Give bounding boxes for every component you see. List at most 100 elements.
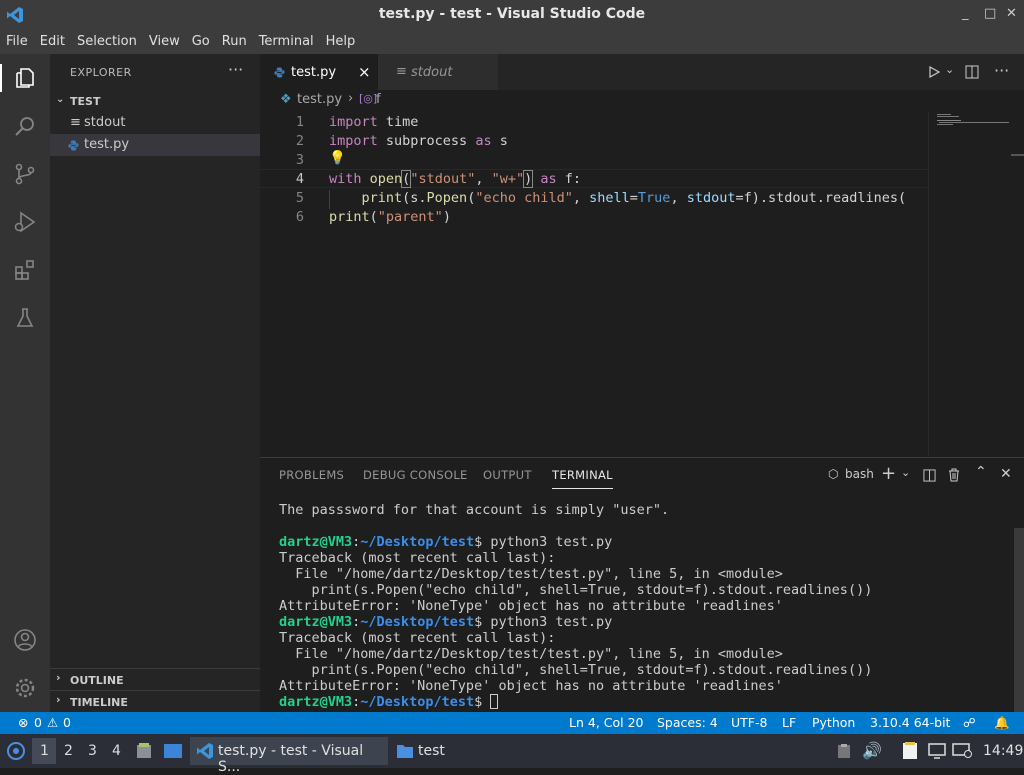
network-icon[interactable] xyxy=(952,743,972,759)
terminal-scrollbar[interactable] xyxy=(1014,528,1024,712)
explorer-sidebar: EXPLORER ··· ⌄ TEST ≡ stdout test.py › O… xyxy=(50,54,260,712)
terminal-dropdown-icon[interactable]: ⌄ xyxy=(901,466,910,479)
menu-edit[interactable]: Edit xyxy=(34,30,71,54)
terminal-output[interactable]: The passsword for that account is simply… xyxy=(279,502,872,710)
breadcrumb-symbol[interactable]: f xyxy=(376,92,381,107)
outline-section[interactable]: › OUTLINE xyxy=(50,668,260,690)
code-line-6: print("parent") xyxy=(329,209,451,225)
line-number: 6 xyxy=(295,209,304,225)
menu-selection[interactable]: Selection xyxy=(71,30,143,54)
tab-test-py[interactable]: test.py × xyxy=(260,54,378,90)
editor-tabs: test.py × ≡ stdout ⌄ ··· xyxy=(260,54,1024,90)
warning-count[interactable]: 0 xyxy=(63,715,71,730)
python-interpreter[interactable]: 3.10.4 64-bit xyxy=(870,715,950,730)
minimize-button[interactable]: _ xyxy=(962,6,969,21)
chevron-right-icon: › xyxy=(56,671,61,684)
line-number: 4 xyxy=(295,171,304,187)
line-number: 5 xyxy=(295,190,304,206)
indentation[interactable]: Spaces: 4 xyxy=(657,715,718,730)
python-icon: ❖ xyxy=(280,92,292,107)
extensions-icon[interactable] xyxy=(13,258,37,282)
clock[interactable]: 14:49 xyxy=(983,743,1023,759)
folder-icon xyxy=(397,745,413,758)
close-panel-icon[interactable]: ✕ xyxy=(1000,466,1012,482)
menu-go[interactable]: Go xyxy=(186,30,216,54)
trash-icon[interactable] xyxy=(948,468,960,482)
new-terminal-icon[interactable]: + xyxy=(881,463,896,484)
python-icon xyxy=(274,67,285,78)
variable-icon: [◎] xyxy=(359,92,378,105)
code-line-1: import time xyxy=(329,114,419,130)
explorer-icon[interactable] xyxy=(13,66,37,90)
tab-output[interactable]: OUTPUT xyxy=(483,468,532,482)
run-debug-icon[interactable] xyxy=(13,210,37,234)
menu-file[interactable]: File xyxy=(0,30,34,54)
more-actions-icon[interactable]: ··· xyxy=(994,61,1009,80)
explorer-more-button[interactable]: ··· xyxy=(228,60,243,79)
code-editor[interactable]: 1 2 3 4 5 6 import time import subproces… xyxy=(260,112,928,456)
menu-help[interactable]: Help xyxy=(320,30,362,54)
python-icon xyxy=(68,140,79,151)
warning-icon[interactable]: ⚠ xyxy=(47,715,58,730)
end-of-line[interactable]: LF xyxy=(782,715,796,730)
settings-gear-icon[interactable] xyxy=(13,676,37,700)
clipboard-icon[interactable] xyxy=(836,743,852,759)
text-file-icon: ≡ xyxy=(396,64,407,79)
menu-run[interactable]: Run xyxy=(216,30,253,54)
source-control-icon[interactable] xyxy=(13,162,37,186)
cursor-position[interactable]: Ln 4, Col 20 xyxy=(569,715,644,730)
line-number: 3 xyxy=(295,152,304,168)
minimap[interactable] xyxy=(928,112,1024,456)
workspace-4[interactable]: 4 xyxy=(112,743,121,759)
lightbulb-icon[interactable]: 💡 xyxy=(329,150,346,166)
notifications-bell-icon[interactable]: 🔔 xyxy=(994,715,1010,731)
run-file-icon[interactable] xyxy=(928,66,940,78)
window-title: test.py - test - Visual Studio Code xyxy=(378,6,646,22)
close-window-button[interactable]: ✕ xyxy=(1006,6,1017,21)
code-line-4: with open("stdout", "w+") as f: xyxy=(329,170,582,188)
tab-problems[interactable]: PROBLEMS xyxy=(279,468,344,482)
desktop-icon[interactable] xyxy=(163,743,183,759)
maximize-panel-icon[interactable]: ⌃ xyxy=(975,464,987,480)
workspace-3[interactable]: 3 xyxy=(88,743,97,759)
split-editor-icon[interactable] xyxy=(965,65,979,79)
breadcrumb: ❖ test.py › [◎] f xyxy=(260,90,1024,112)
tab-stdout[interactable]: ≡ stdout xyxy=(378,54,498,90)
start-menu-icon[interactable] xyxy=(6,741,26,761)
close-tab-icon[interactable]: × xyxy=(358,63,371,81)
taskbar-app-folder[interactable]: test xyxy=(392,737,492,765)
file-item-test-py[interactable]: test.py xyxy=(50,134,260,156)
menu-view[interactable]: View xyxy=(143,30,186,54)
tab-terminal[interactable]: TERMINAL xyxy=(552,468,613,489)
search-icon[interactable] xyxy=(13,114,37,138)
notes-icon[interactable] xyxy=(902,742,918,760)
breadcrumb-separator: › xyxy=(348,91,354,106)
breadcrumb-file[interactable]: test.py xyxy=(297,92,342,107)
menu-terminal[interactable]: Terminal xyxy=(253,30,320,54)
taskbar: 1 2 3 4 test.py - test - Visual S... tes… xyxy=(0,734,1024,775)
error-icon[interactable]: ⊗ xyxy=(18,715,28,730)
error-count[interactable]: 0 xyxy=(34,715,42,730)
file-manager-icon[interactable] xyxy=(135,742,153,760)
display-icon[interactable] xyxy=(928,743,946,759)
bottom-panel: PROBLEMS DEBUG CONSOLE OUTPUT TERMINAL ⬡… xyxy=(260,457,1024,712)
line-number: 2 xyxy=(295,133,304,149)
encoding[interactable]: UTF-8 xyxy=(731,715,767,730)
status-bar: ⊗ 0 ⚠ 0 Ln 4, Col 20 Spaces: 4 UTF-8 LF … xyxy=(0,712,1024,734)
tab-debug-console[interactable]: DEBUG CONSOLE xyxy=(363,468,468,482)
split-terminal-icon[interactable] xyxy=(923,469,936,482)
folder-test[interactable]: ⌄ TEST xyxy=(50,92,260,112)
run-dropdown-icon[interactable]: ⌄ xyxy=(945,63,954,76)
workspace-1[interactable]: 1 xyxy=(40,743,49,759)
taskbar-app-vscode[interactable]: test.py - test - Visual S... xyxy=(190,737,388,775)
account-icon[interactable] xyxy=(13,628,37,652)
volume-icon[interactable]: 🔊 xyxy=(862,741,882,760)
language-mode[interactable]: Python xyxy=(812,715,855,730)
file-item-stdout[interactable]: ≡ stdout xyxy=(50,112,260,134)
maximize-button[interactable]: □ xyxy=(984,6,996,21)
feedback-icon[interactable]: ☍ xyxy=(963,715,976,730)
shell-name[interactable]: bash xyxy=(845,467,874,481)
testing-icon[interactable] xyxy=(13,306,37,330)
workspace-2[interactable]: 2 xyxy=(64,743,73,759)
timeline-section[interactable]: › TIMELINE xyxy=(50,690,260,712)
